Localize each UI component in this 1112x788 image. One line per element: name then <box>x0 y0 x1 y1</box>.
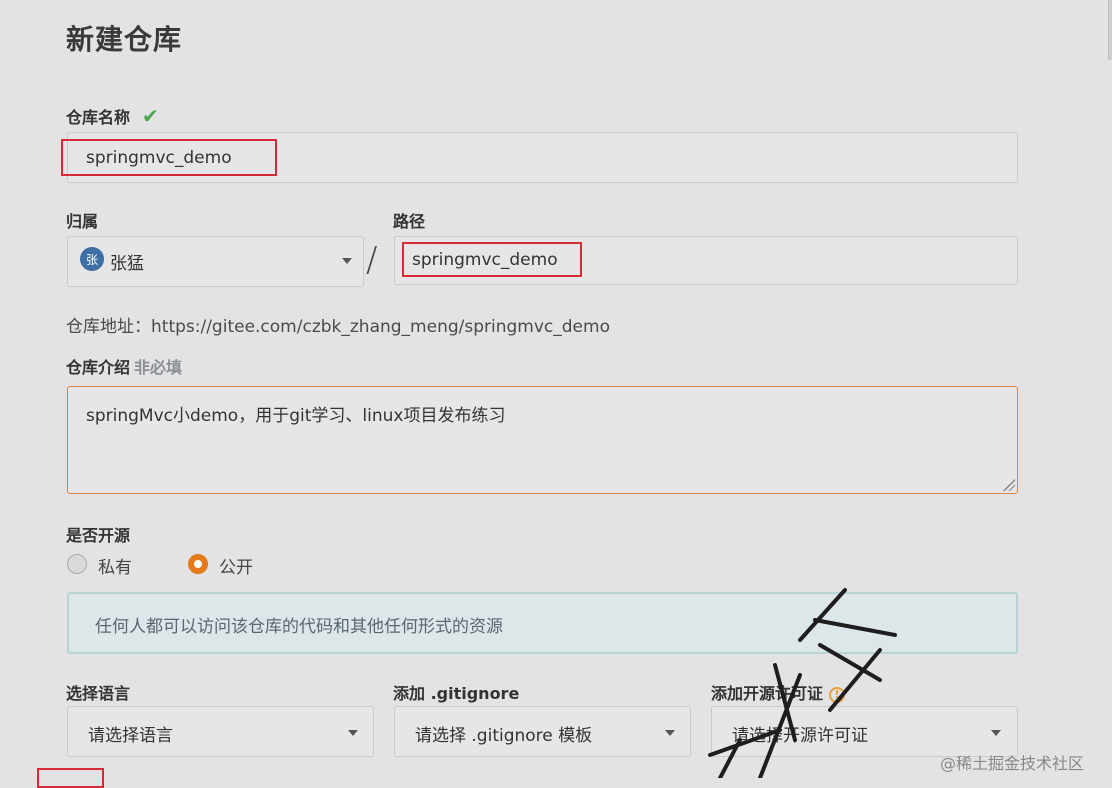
owner-label: 归属 <box>66 212 99 231</box>
language-placeholder: 请选择语言 <box>88 726 173 746</box>
visibility-info-text: 任何人都可以访问该仓库的代码和其他任何形式的资源 <box>95 617 503 637</box>
check-icon: ✔ <box>142 104 159 128</box>
repo-name-label-text: 仓库名称 <box>66 108 131 127</box>
description-label: 仓库介绍 非必填 <box>66 354 182 378</box>
chevron-down-icon <box>991 730 1001 736</box>
description-textarea[interactable]: springMvc小demo，用于git学习、linux项目发布练习 <box>67 386 1018 494</box>
path-label: 路径 <box>393 212 426 231</box>
gitignore-placeholder: 请选择 .gitignore 模板 <box>415 726 593 746</box>
page-title: 新建仓库 <box>66 23 183 56</box>
resize-handle-icon[interactable] <box>1003 479 1015 491</box>
highlight-box <box>402 242 582 277</box>
highlight-box <box>37 768 104 788</box>
avatar: 张 <box>80 247 104 271</box>
description-value: springMvc小demo，用于git学习、linux项目发布练习 <box>86 406 506 426</box>
optional-tag: 非必填 <box>134 358 183 377</box>
chevron-down-icon <box>348 730 358 736</box>
handwritten-annotation <box>708 588 897 778</box>
repo-url: 仓库地址：https://gitee.com/czbk_zhang_meng/s… <box>66 317 610 337</box>
language-label: 选择语言 <box>66 684 131 703</box>
radio-private-label[interactable]: 私有 <box>98 553 132 578</box>
highlight-box <box>61 139 277 176</box>
window-edge <box>1108 0 1112 60</box>
gitignore-label: 添加 .gitignore <box>393 684 520 703</box>
radio-private[interactable] <box>67 554 87 574</box>
owner-value: 张猛 <box>110 254 144 274</box>
radio-public-label[interactable]: 公开 <box>219 553 253 578</box>
watermark: @稀土掘金技术社区 <box>940 754 1085 773</box>
chevron-down-icon <box>665 730 675 736</box>
radio-public[interactable] <box>188 554 208 574</box>
chevron-down-icon <box>342 258 352 264</box>
description-label-text: 仓库介绍 <box>66 358 131 377</box>
visibility-label: 是否开源 <box>66 526 131 545</box>
repo-name-label: 仓库名称 ✔ <box>66 104 159 128</box>
path-separator: / <box>366 240 378 280</box>
